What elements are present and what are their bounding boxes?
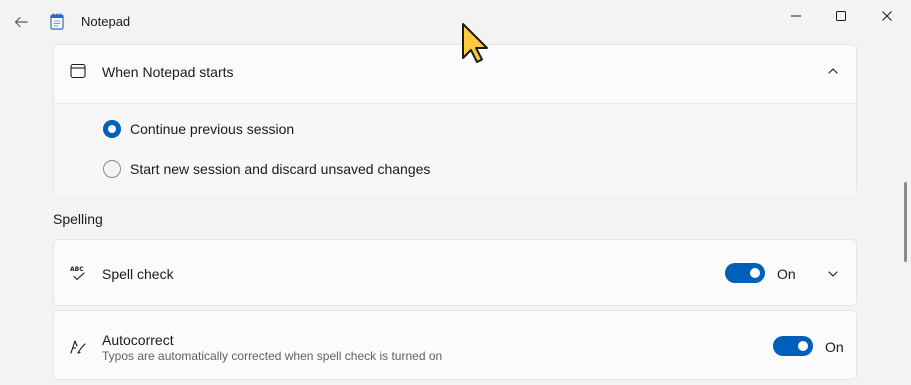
spell-check-card[interactable]: ABC Spell check On [53, 239, 857, 306]
autocorrect-label: Autocorrect [102, 332, 174, 348]
startup-setting-header[interactable]: When Notepad starts [54, 45, 856, 103]
minimize-button[interactable] [773, 0, 819, 32]
chevron-down-icon[interactable] [828, 270, 838, 278]
back-button[interactable] [6, 8, 36, 36]
arrow-left-icon [14, 16, 28, 28]
autocorrect-icon [70, 340, 86, 354]
close-button[interactable] [864, 0, 910, 32]
radio-label-new-session: Start new session and discard unsaved ch… [130, 161, 431, 177]
chevron-up-icon[interactable] [828, 67, 838, 75]
toggle-knob [750, 268, 760, 278]
spell-check-label: Spell check [102, 266, 174, 282]
close-icon [882, 11, 892, 21]
toggle-knob [798, 341, 808, 351]
notepad-icon [50, 13, 64, 30]
maximize-button[interactable] [818, 0, 864, 32]
svg-text:ABC: ABC [70, 266, 84, 273]
spell-check-state: On [777, 266, 796, 282]
radio-button-unselected[interactable] [103, 160, 121, 178]
autocorrect-toggle[interactable] [773, 336, 813, 356]
autocorrect-description: Typos are automatically corrected when s… [102, 349, 443, 363]
spell-check-icon: ABC [70, 266, 85, 281]
scrollbar-thumb[interactable] [904, 182, 907, 262]
startup-options-panel: Continue previous session Start new sess… [54, 103, 856, 196]
startup-setting-title: When Notepad starts [102, 64, 234, 80]
autocorrect-card: Autocorrect Typos are automatically corr… [53, 310, 857, 380]
autocorrect-state: On [825, 339, 844, 355]
radio-label-continue: Continue previous session [130, 121, 295, 137]
spell-check-toggle[interactable] [725, 263, 765, 283]
startup-setting-card: When Notepad starts Continue previous se… [53, 44, 857, 196]
section-title-spelling: Spelling [53, 211, 103, 227]
mouse-cursor-icon [462, 23, 488, 63]
window-icon [70, 63, 86, 79]
radio-button-selected[interactable] [103, 120, 121, 138]
maximize-icon [836, 11, 846, 21]
title-bar: Notepad [0, 0, 911, 42]
app-title: Notepad [81, 14, 131, 29]
minimize-icon [791, 15, 801, 17]
